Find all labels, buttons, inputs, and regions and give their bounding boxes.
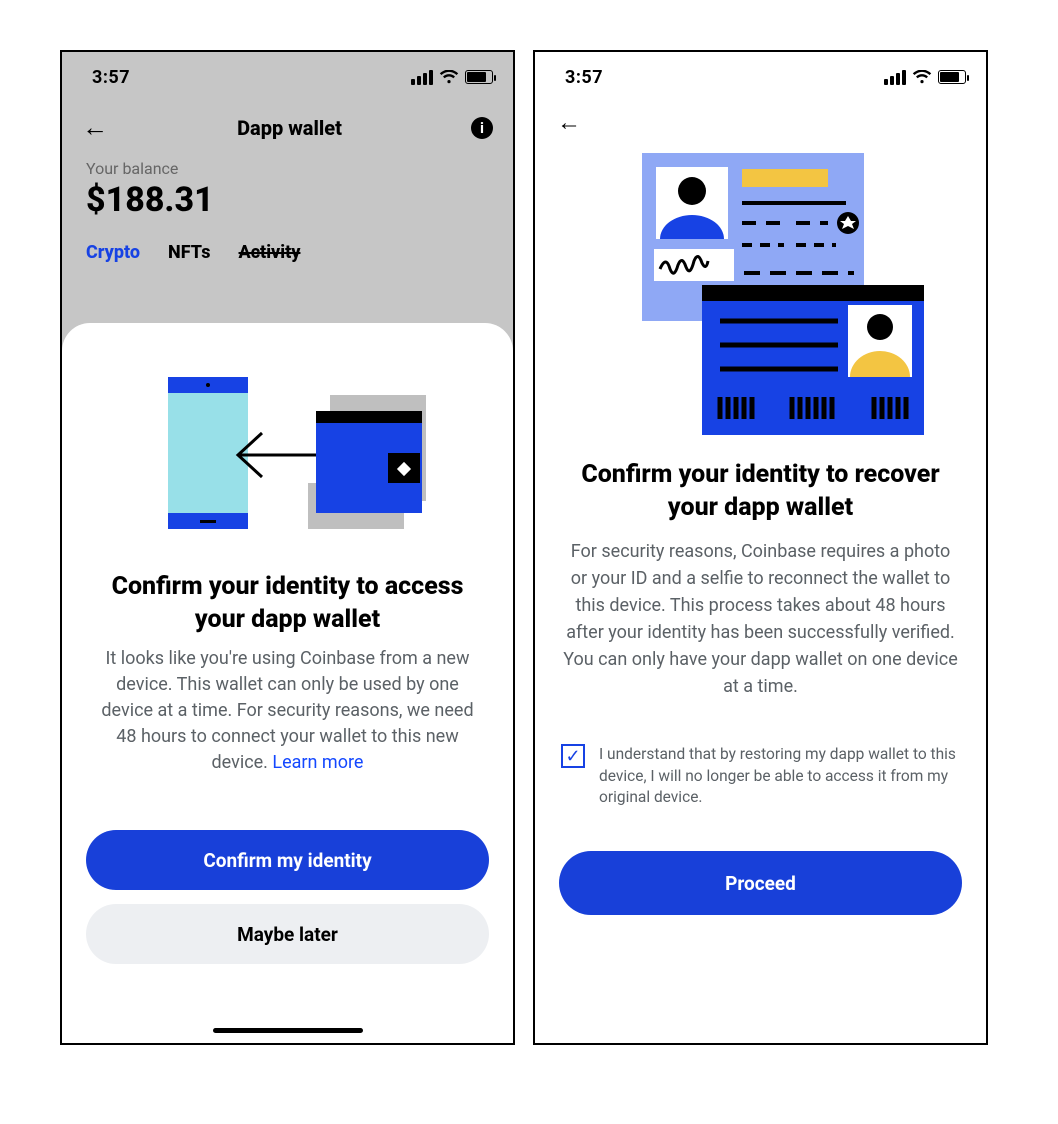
illustration-id-cards bbox=[557, 141, 964, 453]
tab-activity[interactable]: Activity bbox=[239, 242, 301, 263]
status-time: 3:57 bbox=[565, 67, 603, 88]
cellular-icon bbox=[411, 70, 433, 85]
balance-section: Your balance $188.31 bbox=[62, 157, 513, 230]
phone-screen-left: 3:57 ← Dapp wallet i Your balance $188.3… bbox=[60, 50, 515, 1045]
disclaimer-row: ✓ I understand that by restoring my dapp… bbox=[557, 744, 964, 809]
tab-crypto[interactable]: Crypto bbox=[86, 242, 140, 263]
body-text: For security reasons, Coinbase requires … bbox=[561, 538, 960, 700]
home-indicator[interactable] bbox=[213, 1028, 363, 1033]
nav-header: ← Dapp wallet i bbox=[62, 102, 513, 157]
back-button[interactable]: ← bbox=[557, 108, 964, 141]
learn-more-link[interactable]: Learn more bbox=[272, 752, 363, 773]
balance-label: Your balance bbox=[86, 159, 489, 178]
balance-value: $188.31 bbox=[86, 180, 489, 220]
confirm-identity-button[interactable]: Confirm my identity bbox=[86, 830, 489, 890]
tabs: Crypto NFTs Activity bbox=[62, 230, 513, 263]
wifi-icon bbox=[912, 70, 932, 84]
wifi-icon bbox=[439, 70, 459, 84]
phone-screen-right: 3:57 ← bbox=[533, 50, 988, 1045]
battery-icon bbox=[938, 70, 966, 84]
status-bar: 3:57 bbox=[62, 52, 513, 102]
status-icons bbox=[411, 70, 493, 85]
sheet-body: It looks like you're using Coinbase from… bbox=[90, 646, 485, 776]
battery-icon bbox=[465, 70, 493, 84]
maybe-later-button[interactable]: Maybe later bbox=[86, 904, 489, 964]
status-bar: 3:57 bbox=[535, 52, 986, 102]
back-button[interactable]: ← bbox=[82, 112, 108, 143]
cellular-icon bbox=[884, 70, 906, 85]
page-title: Dapp wallet bbox=[237, 116, 342, 140]
disclaimer-text: I understand that by restoring my dapp w… bbox=[599, 744, 960, 809]
info-icon[interactable]: i bbox=[471, 117, 493, 139]
status-time: 3:57 bbox=[92, 67, 130, 88]
bottom-sheet: Confirm your identity to access your dap… bbox=[62, 323, 513, 1043]
page-heading: Confirm your identity to recover your da… bbox=[561, 459, 960, 524]
tab-nfts[interactable]: NFTs bbox=[168, 242, 210, 263]
sheet-title: Confirm your identity to access your dap… bbox=[90, 571, 485, 636]
illustration-phone-wallet bbox=[80, 349, 495, 555]
disclaimer-checkbox[interactable]: ✓ bbox=[561, 744, 585, 768]
proceed-button[interactable]: Proceed bbox=[559, 851, 962, 915]
status-icons bbox=[884, 70, 966, 85]
